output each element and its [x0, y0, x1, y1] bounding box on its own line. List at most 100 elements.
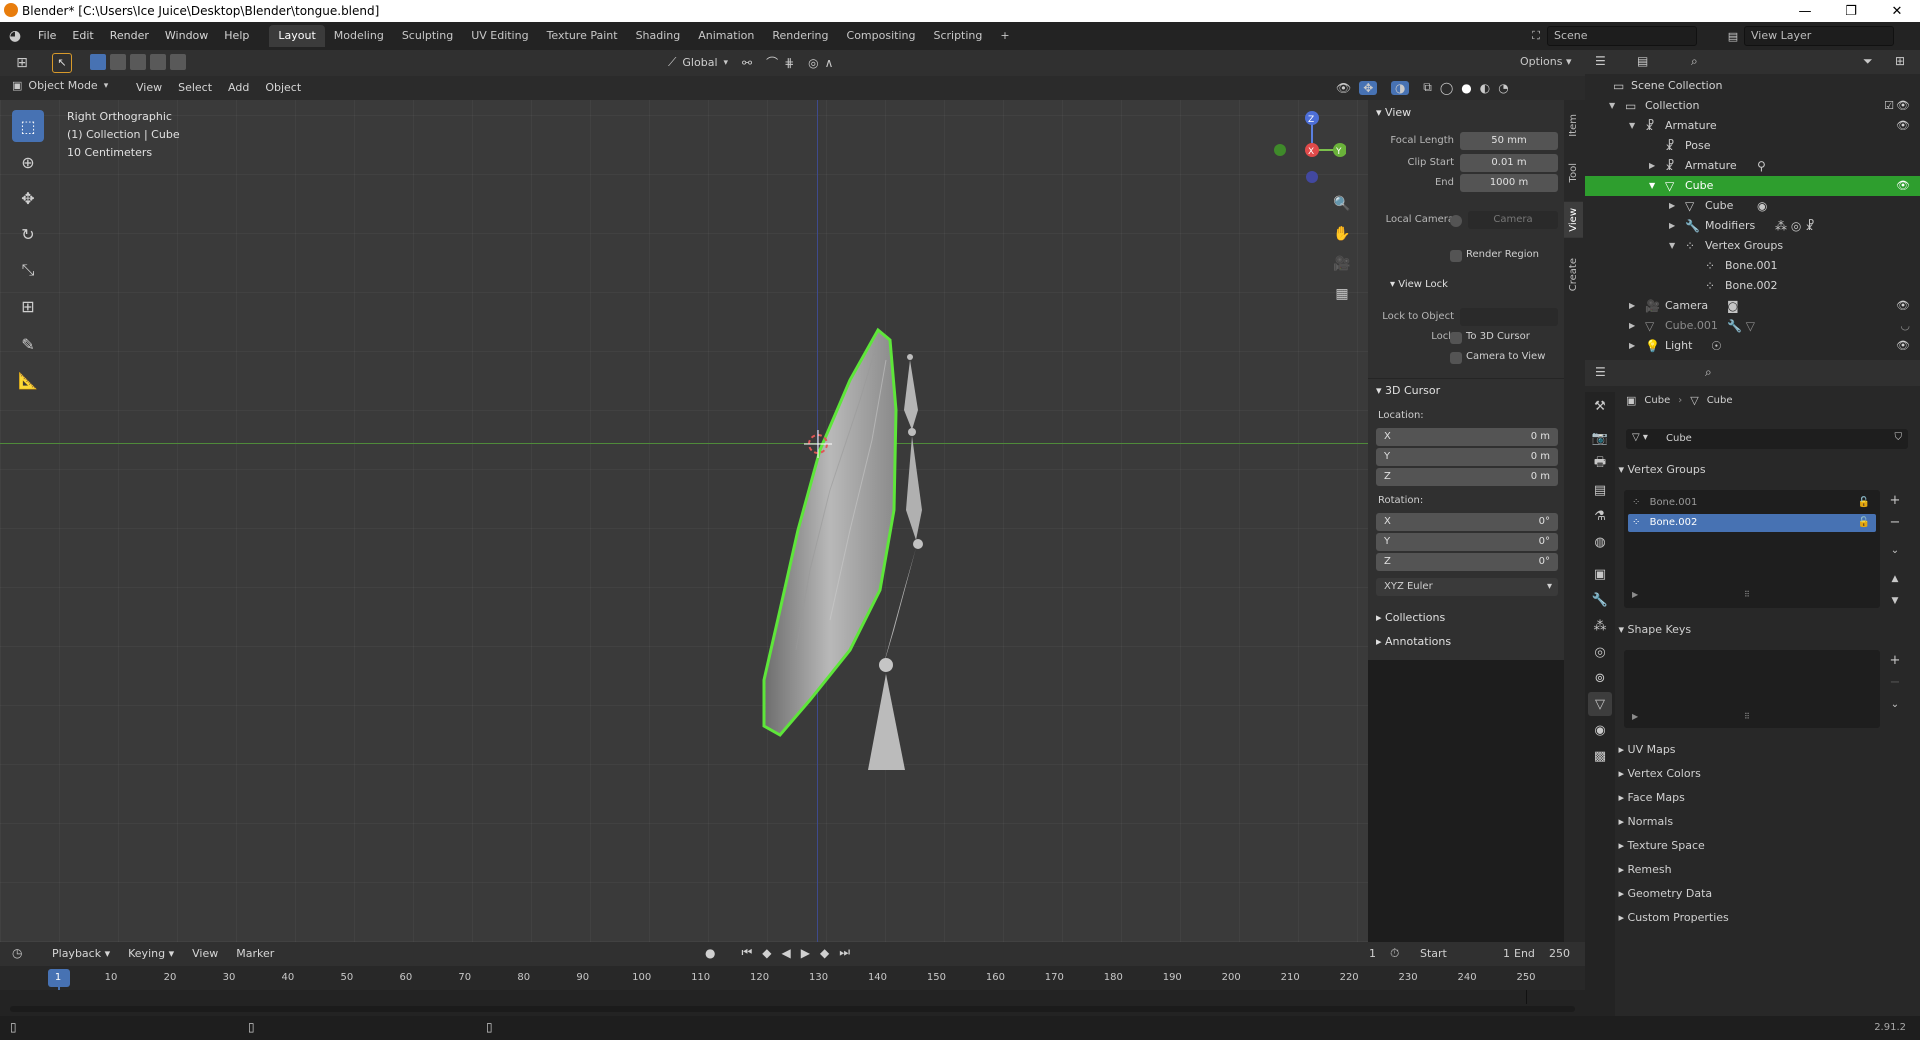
measure-tool[interactable]: 📐 — [12, 364, 44, 396]
add-vertex-group-button[interactable]: + — [1884, 490, 1906, 512]
view-layer-properties-icon[interactable]: ▤ — [1588, 478, 1612, 502]
eye-icon[interactable]: 👁 — [1896, 336, 1910, 356]
breadcrumb-data[interactable]: Cube — [1707, 395, 1733, 406]
tab-rendering[interactable]: Rendering — [763, 25, 837, 47]
select-extend-icon[interactable] — [110, 54, 126, 70]
vertex-groups-header[interactable]: ▾ Vertex Groups — [1615, 458, 1920, 482]
cursor-rotation-x[interactable]: X 0° — [1376, 513, 1558, 531]
expand-arrow-icon[interactable]: ▶ — [1669, 216, 1675, 236]
timeline-scrollbar[interactable] — [10, 1006, 1575, 1012]
end-frame-field[interactable]: End 250 — [1514, 944, 1570, 964]
view-layer-selector[interactable]: ▤ View Layer — [1722, 26, 1894, 46]
menu-file[interactable]: File — [30, 22, 64, 50]
move-down-icon[interactable]: ▼ — [1884, 590, 1906, 612]
render-region-checkbox[interactable] — [1450, 250, 1462, 262]
to-3d-cursor-checkbox[interactable] — [1450, 332, 1462, 344]
texture-space-header[interactable]: ▸ Texture Space — [1615, 834, 1920, 858]
next-keyframe-icon[interactable]: ◆ — [820, 946, 829, 960]
breadcrumb-object[interactable]: Cube — [1644, 395, 1670, 406]
remove-shape-key-button[interactable]: − — [1884, 672, 1906, 694]
cursor-location-z[interactable]: Z0 m — [1376, 468, 1558, 486]
options-dropdown[interactable]: Options ▾ — [1520, 55, 1571, 68]
outliner-row-pose[interactable]: ☧ Pose — [1585, 136, 1920, 156]
select-tool-icon[interactable]: ↖ — [52, 53, 72, 73]
object-properties-icon[interactable]: ▣ — [1588, 562, 1612, 586]
menu-view[interactable]: View — [128, 76, 170, 100]
cursor-location-y[interactable]: Y0 m — [1376, 448, 1558, 466]
rotate-tool[interactable]: ↻ — [12, 218, 44, 250]
normals-header[interactable]: ▸ Normals — [1615, 810, 1920, 834]
material-properties-icon[interactable]: ◉ — [1588, 718, 1612, 742]
tab-shading[interactable]: Shading — [627, 25, 690, 47]
cursor-location-x[interactable]: X0 m — [1376, 428, 1558, 446]
remove-vertex-group-button[interactable]: − — [1884, 512, 1906, 534]
tab-item[interactable]: Item — [1564, 108, 1583, 143]
select-box-tool[interactable]: ⬚ — [12, 110, 44, 142]
search-icon[interactable]: ⌕ — [1705, 365, 1712, 380]
prev-keyframe-icon[interactable]: ◆ — [762, 946, 771, 960]
tab-texture-paint[interactable]: Texture Paint — [538, 25, 627, 47]
outliner-row-cube-mesh[interactable]: ▶ ▽ Cube ◉ — [1585, 196, 1920, 216]
cursor-rotation-y[interactable]: Y 0° — [1376, 533, 1558, 551]
expand-arrow-icon[interactable]: ▶ — [1629, 296, 1635, 316]
minimize-button[interactable]: — — [1782, 0, 1828, 22]
remesh-header[interactable]: ▸ Remesh — [1615, 858, 1920, 882]
move-tool[interactable]: ✥ — [12, 182, 44, 214]
record-icon[interactable]: ● — [705, 946, 715, 960]
menu-select[interactable]: Select — [170, 76, 220, 100]
resize-handle-icon[interactable]: ⠿ — [1744, 712, 1750, 721]
cursor-tool[interactable]: ⊕ — [12, 146, 44, 178]
play-icon[interactable]: ▶ — [801, 946, 810, 960]
solid-shading-icon[interactable]: ● — [1461, 81, 1471, 95]
shape-key-specials-icon[interactable]: ⌄ — [1884, 694, 1906, 716]
clip-end-field[interactable]: 1000 m — [1460, 174, 1558, 192]
menu-add[interactable]: Add — [220, 76, 257, 100]
resize-handle-icon[interactable]: ⠿ — [1744, 590, 1750, 599]
scene-properties-icon[interactable]: ⚗ — [1588, 504, 1612, 528]
vertex-colors-header[interactable]: ▸ Vertex Colors — [1615, 762, 1920, 786]
shape-keys-list[interactable]: ▶ ⠿ — [1624, 650, 1880, 728]
texture-properties-icon[interactable]: ▩ — [1588, 744, 1612, 768]
expand-arrow-icon[interactable]: ▼ — [1669, 236, 1675, 256]
outliner-row-collection[interactable]: ▼ ▭ Collection ☑ 👁 — [1585, 96, 1920, 116]
navigation-gizmo[interactable]: Z X Y — [1266, 106, 1346, 196]
mesh-data-properties-icon[interactable]: ▽ — [1588, 692, 1612, 716]
tab-tool[interactable]: Tool — [1564, 157, 1583, 188]
outliner-row-cube-001[interactable]: ▶ ▽ Cube.001 🔧 ▽ ◡ — [1585, 316, 1920, 336]
collections-header[interactable]: ▸ Collections — [1376, 607, 1445, 629]
wireframe-shading-icon[interactable]: ◯ — [1440, 81, 1453, 95]
mode-selector[interactable]: ▣ Object Mode ▾ — [12, 79, 108, 92]
outliner-row-armature[interactable]: ▼ ☧ Armature 👁 — [1585, 116, 1920, 136]
tab-sculpting[interactable]: Sculpting — [393, 25, 462, 47]
vertex-group-item-active[interactable]: ⁘ Bone.002 🔓 — [1628, 514, 1876, 532]
list-filter-arrow-icon[interactable]: ▶ — [1632, 712, 1638, 721]
menu-keying[interactable]: Keying ▾ — [120, 942, 182, 966]
eye-icon[interactable]: 👁 — [1896, 96, 1910, 116]
expand-arrow-icon[interactable]: ▶ — [1629, 336, 1635, 356]
world-properties-icon[interactable]: ◍ — [1588, 530, 1612, 554]
tab-scripting[interactable]: Scripting — [924, 25, 991, 47]
view-panel-header[interactable]: ▾ View — [1376, 102, 1411, 124]
vertex-group-specials-icon[interactable]: ⌄ — [1884, 540, 1906, 562]
visibility-icon[interactable]: 👁 — [1336, 81, 1351, 95]
eye-icon[interactable]: 👁 — [1896, 296, 1910, 316]
ortho-grid-icon[interactable]: ▦ — [1330, 286, 1354, 316]
particles-properties-icon[interactable]: ⁂ — [1588, 614, 1612, 638]
search-icon[interactable]: ⌕ — [1691, 54, 1698, 69]
outliner-editor-icon[interactable]: ☰ — [1595, 54, 1606, 68]
menu-window[interactable]: Window — [157, 22, 216, 50]
render-properties-icon[interactable]: 📷 — [1588, 426, 1612, 450]
view-layer-field[interactable]: View Layer — [1744, 26, 1894, 46]
tool-properties-icon[interactable]: ⚒ — [1588, 394, 1612, 418]
filter-icon[interactable]: ⏷ — [1863, 54, 1873, 69]
play-reverse-icon[interactable]: ◀ — [782, 946, 791, 960]
timeline-area[interactable] — [0, 990, 1585, 1016]
vertex-group-item[interactable]: ⁘ Bone.001 🔓 — [1628, 494, 1876, 512]
modifier-properties-icon[interactable]: 🔧 — [1588, 588, 1612, 612]
select-new-icon[interactable] — [90, 54, 106, 70]
shape-keys-header[interactable]: ▾ Shape Keys — [1615, 618, 1920, 642]
outliner-row-bone-001[interactable]: ⁘ Bone.001 — [1585, 256, 1920, 276]
lock-icon[interactable]: 🔓 — [1858, 514, 1870, 532]
tongue-mesh[interactable] — [762, 327, 898, 737]
pan-hand-icon[interactable]: ✋ — [1330, 226, 1354, 256]
